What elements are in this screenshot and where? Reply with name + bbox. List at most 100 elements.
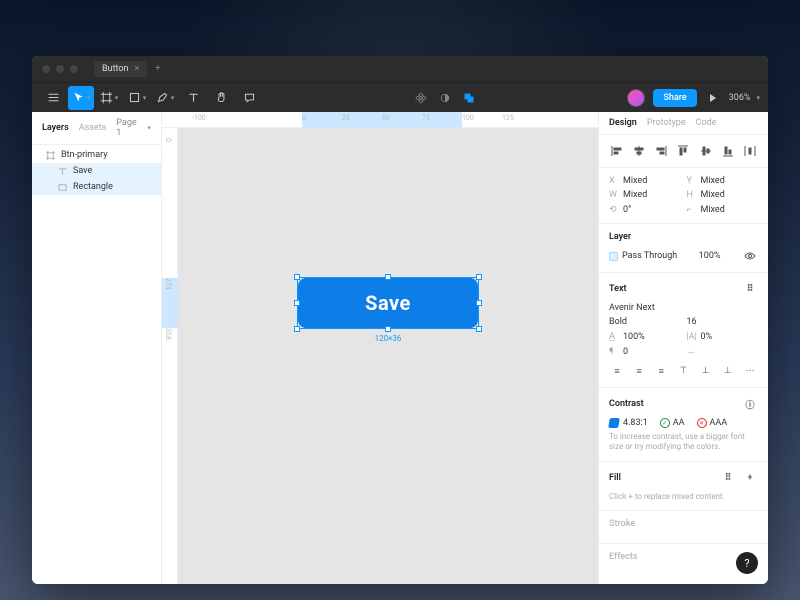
resize-handle[interactable] xyxy=(385,274,391,280)
resize-handle[interactable] xyxy=(476,326,482,332)
hand-tool[interactable] xyxy=(208,86,234,110)
layer-section-title: Layer xyxy=(609,232,631,242)
close-tab-icon[interactable]: × xyxy=(134,64,139,74)
inspector-panel: Design Prototype Code XMixed Y xyxy=(598,112,768,584)
pen-tool[interactable]: ▾ xyxy=(152,86,178,110)
text-tool[interactable] xyxy=(180,86,206,110)
contrast-hint: To increase contrast, use a bigger font … xyxy=(609,432,758,453)
share-button[interactable]: Share xyxy=(653,89,696,107)
align-vcenter-icon[interactable] xyxy=(698,143,714,159)
autowidth-field[interactable]: ↔ xyxy=(687,346,759,357)
paragraph-field[interactable]: ¶0 xyxy=(609,346,681,357)
user-avatar[interactable] xyxy=(627,89,645,107)
menu-button[interactable] xyxy=(40,86,66,110)
fill-section: Fill⠿+ Click + to replace mixed content. xyxy=(599,462,768,511)
resize-handle[interactable] xyxy=(294,300,300,306)
text-section-title: Text xyxy=(609,284,627,294)
visibility-icon[interactable] xyxy=(742,248,758,264)
new-tab-button[interactable]: + xyxy=(149,64,166,74)
align-right-icon[interactable] xyxy=(653,143,669,159)
frame-icon xyxy=(46,151,55,160)
distribute-icon[interactable] xyxy=(742,143,758,159)
lineheight-field[interactable]: A̲100% xyxy=(609,331,681,342)
max-dot[interactable] xyxy=(70,65,78,73)
x-field[interactable]: XMixed xyxy=(609,176,681,186)
info-icon[interactable]: ⓘ xyxy=(742,396,758,412)
font-field[interactable]: Avenir Next xyxy=(609,303,655,313)
chevron-down-icon: ▾ xyxy=(143,94,147,102)
y-field[interactable]: YMixed xyxy=(687,176,759,186)
selection[interactable]: Save 120×36 xyxy=(298,278,478,328)
effects-title: Effects xyxy=(609,552,637,562)
align-left-icon[interactable] xyxy=(609,143,625,159)
shape-tool[interactable]: ▾ xyxy=(124,86,150,110)
blend-mode-field[interactable]: Pass Through xyxy=(609,251,677,261)
resize-handle[interactable] xyxy=(476,300,482,306)
page-selector[interactable]: Page 1▾ xyxy=(116,118,151,138)
present-icon[interactable] xyxy=(705,90,721,106)
ruler-horizontal[interactable]: -100 0 25 50 75 100 125 xyxy=(162,112,598,128)
contrast-swatch xyxy=(608,418,620,428)
rotation-field[interactable]: ⟲0° xyxy=(609,204,681,215)
canvas-area: -100 0 25 50 75 100 125 0 274 358 xyxy=(162,112,598,584)
save-button-shape[interactable]: Save xyxy=(298,278,478,328)
ruler-tick: 100 xyxy=(462,114,474,122)
ruler-vertical[interactable]: 0 274 358 xyxy=(162,128,178,584)
frame-tool[interactable]: ▾ xyxy=(96,86,122,110)
resize-handle[interactable] xyxy=(476,274,482,280)
close-dot[interactable] xyxy=(42,65,50,73)
align-top-icon[interactable] xyxy=(675,143,691,159)
component-icon[interactable] xyxy=(413,90,429,106)
tab-code[interactable]: Code xyxy=(696,118,717,128)
opacity-field[interactable]: 100% xyxy=(699,251,721,261)
ruler-tick: 358 xyxy=(164,328,172,340)
style-icon[interactable]: ⠿ xyxy=(742,281,758,297)
inspector-tabs: Design Prototype Code xyxy=(599,112,768,135)
size-field[interactable]: 16 xyxy=(687,317,759,327)
resize-handle[interactable] xyxy=(294,326,300,332)
text-align-left-icon[interactable]: ≡ xyxy=(609,363,625,379)
comment-tool[interactable] xyxy=(236,86,262,110)
help-button[interactable]: ? xyxy=(736,552,758,574)
chevron-down-icon: ▾ xyxy=(147,124,151,132)
text-align-bottom-icon[interactable]: ⊥ xyxy=(720,363,736,379)
letterspacing-field[interactable]: |A|0% xyxy=(687,331,759,342)
boolean-icon[interactable] xyxy=(461,90,477,106)
weight-field[interactable]: Bold xyxy=(609,317,681,327)
h-field[interactable]: HMixed xyxy=(687,190,759,200)
tab-design[interactable]: Design xyxy=(609,118,637,128)
resize-handle[interactable] xyxy=(294,274,300,280)
text-align-center-icon[interactable]: ≡ xyxy=(631,363,647,379)
file-tab-button[interactable]: Button × xyxy=(94,61,147,77)
mask-icon[interactable] xyxy=(437,90,453,106)
fill-hint: Click + to replace mixed content. xyxy=(609,492,758,502)
tab-prototype[interactable]: Prototype xyxy=(647,118,686,128)
move-tool[interactable]: ▾ xyxy=(68,86,94,110)
text-align-top-icon[interactable]: ⊤ xyxy=(675,363,691,379)
text-align-middle-icon[interactable]: ⊥ xyxy=(698,363,714,379)
window-controls[interactable] xyxy=(42,65,78,73)
align-bottom-icon[interactable] xyxy=(720,143,736,159)
align-hcenter-icon[interactable] xyxy=(631,143,647,159)
ruler-tick: 125 xyxy=(502,114,514,122)
chevron-down-icon: ▾ xyxy=(87,94,91,102)
text-more-icon[interactable]: ⋯ xyxy=(742,363,758,379)
toolbar-center xyxy=(413,90,477,106)
layer-row[interactable]: Btn-primary xyxy=(32,147,161,163)
resize-handle[interactable] xyxy=(385,326,391,332)
text-icon xyxy=(58,167,67,176)
tab-layers[interactable]: Layers xyxy=(42,123,69,133)
layer-row[interactable]: Rectangle xyxy=(32,179,161,195)
add-fill-icon[interactable]: + xyxy=(742,470,758,486)
titlebar: Button × + xyxy=(32,56,768,82)
zoom-dropdown[interactable]: 306%▾ xyxy=(729,93,760,103)
layer-row[interactable]: Save xyxy=(32,163,161,179)
w-field[interactable]: WMixed xyxy=(609,190,681,200)
tab-assets[interactable]: Assets xyxy=(79,123,107,133)
ruler-tick: 0 xyxy=(164,138,172,142)
canvas[interactable]: Save 120×36 xyxy=(178,128,598,584)
style-icon[interactable]: ⠿ xyxy=(720,470,736,486)
corner-field[interactable]: ⌐Mixed xyxy=(687,204,759,215)
text-align-right-icon[interactable]: ≡ xyxy=(653,363,669,379)
min-dot[interactable] xyxy=(56,65,64,73)
